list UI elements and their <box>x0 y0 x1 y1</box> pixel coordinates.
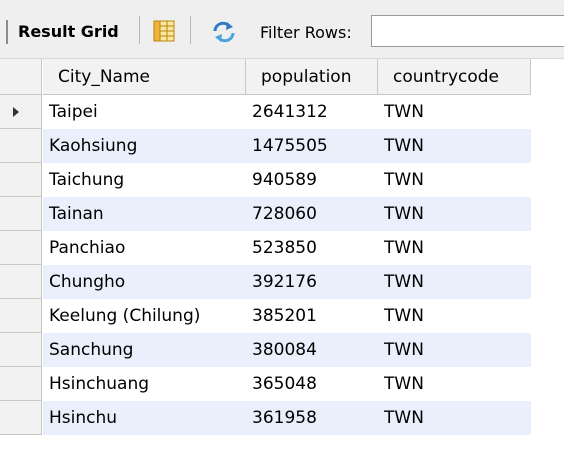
cell-population[interactable]: 2641312 <box>246 95 378 129</box>
result-grid-title: Result Grid <box>18 22 119 41</box>
cell-countrycode[interactable]: TWN <box>378 231 531 265</box>
cell-countrycode[interactable]: TWN <box>378 265 531 299</box>
cell-city-name[interactable]: Kaohsiung <box>43 129 246 163</box>
row-selector[interactable] <box>0 231 42 265</box>
cell-population[interactable]: 361958 <box>246 401 378 435</box>
row-selector[interactable] <box>0 333 42 367</box>
cell-city-name[interactable]: Taipei <box>43 95 246 129</box>
row-selector[interactable] <box>0 163 42 197</box>
cell-countrycode[interactable]: TWN <box>378 299 531 333</box>
cell-city-name[interactable]: Tainan <box>43 197 246 231</box>
filter-rows-label: Filter Rows: <box>260 23 352 42</box>
cell-countrycode[interactable]: TWN <box>378 401 531 435</box>
cell-city-name[interactable]: Taichung <box>43 163 246 197</box>
toolbar-separator <box>190 16 191 44</box>
cell-countrycode[interactable]: TWN <box>378 163 531 197</box>
toolbar-separator <box>139 16 140 44</box>
row-selector[interactable] <box>0 265 42 299</box>
row-selector[interactable] <box>0 367 42 401</box>
column-header-countrycode[interactable]: countrycode <box>378 59 531 95</box>
column-header-population[interactable]: population <box>246 59 378 95</box>
result-grid-toolbar: Result Grid Filter Rows: <box>0 0 564 59</box>
row-selector[interactable] <box>0 299 42 333</box>
column-header-city-name[interactable]: City_Name <box>43 59 246 95</box>
cell-population[interactable]: 380084 <box>246 333 378 367</box>
cell-population[interactable]: 392176 <box>246 265 378 299</box>
filter-rows-input[interactable] <box>371 15 564 47</box>
cell-city-name[interactable]: Keelung (Chilung) <box>43 299 246 333</box>
cell-city-name[interactable]: Chungho <box>43 265 246 299</box>
current-row-arrow-icon <box>13 107 19 117</box>
cell-city-name[interactable]: Panchiao <box>43 231 246 265</box>
grid-view-icon[interactable] <box>151 20 177 42</box>
grid-corner[interactable] <box>0 59 42 95</box>
cell-countrycode[interactable]: TWN <box>378 95 531 129</box>
cell-population[interactable]: 523850 <box>246 231 378 265</box>
cell-population[interactable]: 365048 <box>246 367 378 401</box>
cell-population[interactable]: 940589 <box>246 163 378 197</box>
cell-countrycode[interactable]: TWN <box>378 129 531 163</box>
toolbar-grip <box>6 20 8 44</box>
cell-population[interactable]: 1475505 <box>246 129 378 163</box>
row-selector[interactable] <box>0 95 42 129</box>
refresh-icon[interactable] <box>211 21 237 43</box>
cell-city-name[interactable]: Sanchung <box>43 333 246 367</box>
cell-countrycode[interactable]: TWN <box>378 197 531 231</box>
cell-city-name[interactable]: Hsinchuang <box>43 367 246 401</box>
row-selector[interactable] <box>0 401 42 435</box>
cell-countrycode[interactable]: TWN <box>378 333 531 367</box>
cell-population[interactable]: 728060 <box>246 197 378 231</box>
cell-city-name[interactable]: Hsinchu <box>43 401 246 435</box>
cell-population[interactable]: 385201 <box>246 299 378 333</box>
cell-countrycode[interactable]: TWN <box>378 367 531 401</box>
row-selector[interactable] <box>0 197 42 231</box>
row-selector[interactable] <box>0 129 42 163</box>
